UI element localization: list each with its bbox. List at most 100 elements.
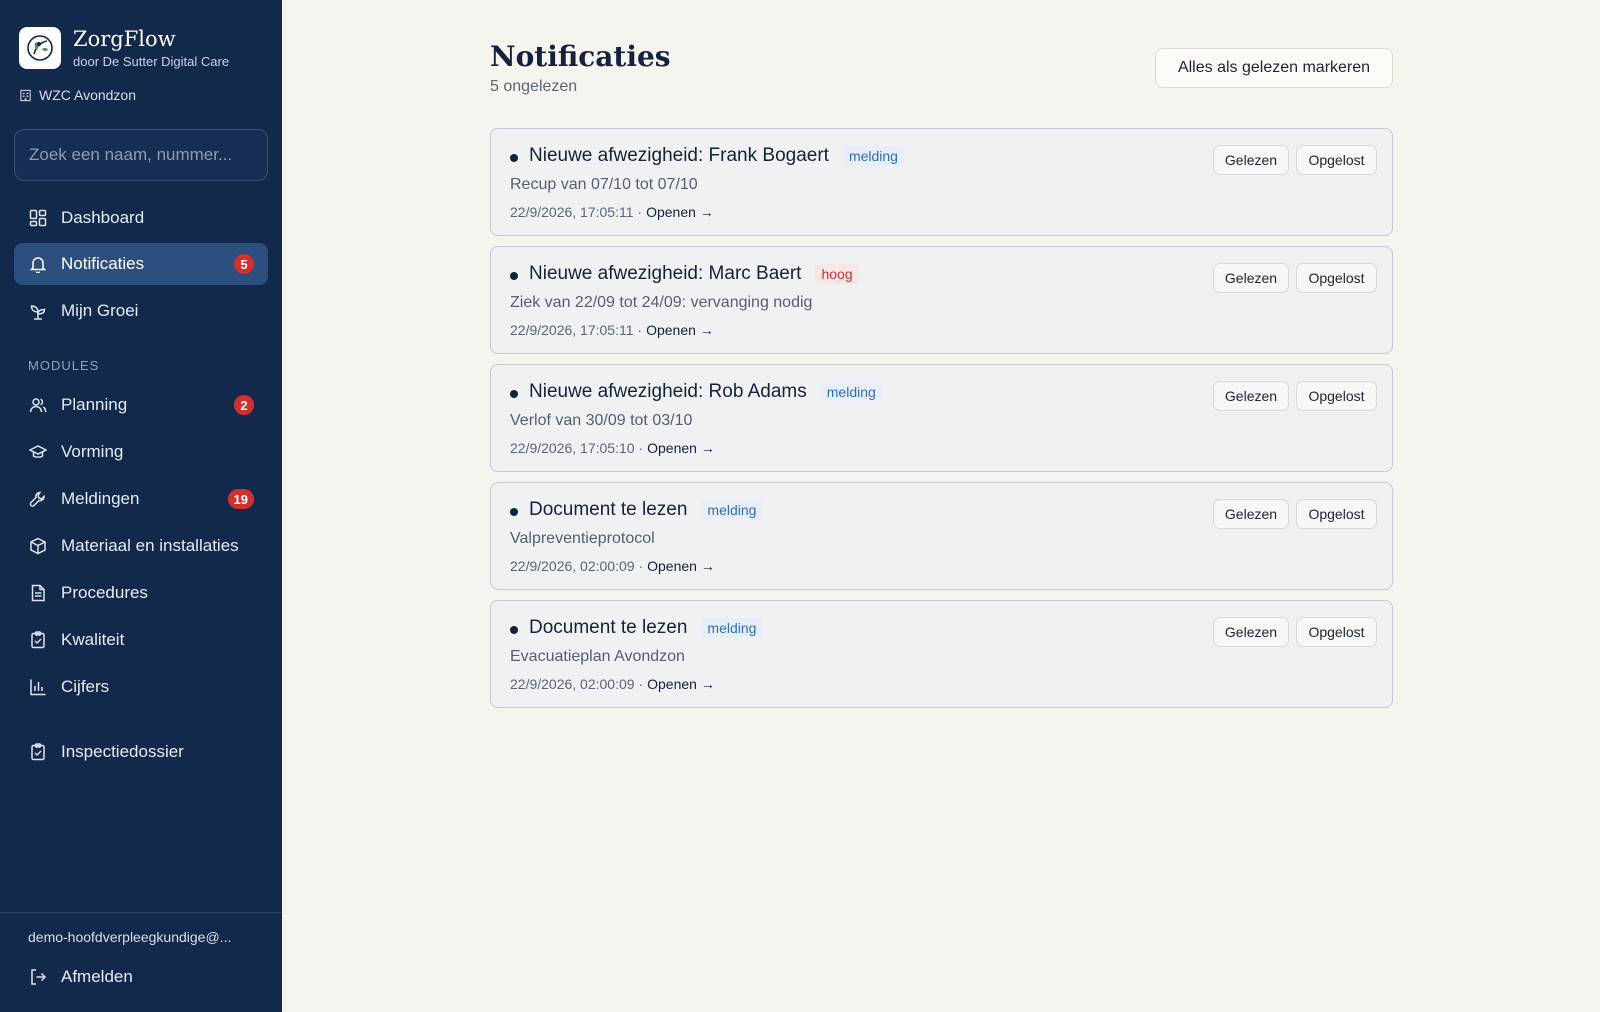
nav-label: Kwaliteit: [61, 630, 125, 649]
sprout-icon: [28, 301, 48, 321]
priority-tag: melding: [842, 146, 904, 166]
notification-card[interactable]: Document te lezen melding Evacuatieplan Av…: [490, 600, 1393, 708]
notification-card[interactable]: Nieuwe afwezigheid: Rob Adams melding Verl…: [490, 364, 1393, 472]
wrench-icon: [28, 489, 48, 509]
modules-section-label: MODULES: [28, 358, 100, 373]
user-email: demo-hoofdverpleegkundige@...: [28, 929, 232, 945]
bell-icon: [28, 254, 48, 274]
notification-description: Verlof van 30/09 tot 03/10: [510, 412, 693, 429]
unread-count: 5 ongelezen: [490, 78, 578, 95]
card-title-row: Nieuwe afwezigheid: Frank Bogaert melding: [529, 145, 904, 167]
open-link[interactable]: Openen →: [647, 676, 715, 692]
sidebar: ZorgFlow door De Sutter Digital Care WZC…: [0, 0, 282, 1012]
mark-all-read-button[interactable]: Alles als gelezen markeren: [1155, 48, 1393, 88]
page-title: Notificaties: [490, 40, 671, 73]
notification-meta: 22/9/2026, 02:00:09 · Openen →: [510, 558, 715, 574]
notification-card[interactable]: Nieuwe afwezigheid: Frank Bogaert melding…: [490, 128, 1393, 236]
open-link[interactable]: Openen →: [646, 322, 714, 338]
nav-label: Planning: [61, 395, 128, 414]
mark-read-button[interactable]: Gelezen: [1213, 617, 1289, 647]
notification-description: Recup van 07/10 tot 07/10: [510, 176, 698, 193]
sidebar-divider: [0, 912, 282, 913]
notification-timestamp: 22/9/2026, 17:05:10 ·: [510, 440, 644, 456]
unread-dot-icon: [510, 154, 518, 162]
organization-name: WZC Avondzon: [39, 87, 137, 103]
notification-timestamp: 22/9/2026, 17:05:11 ·: [510, 204, 643, 220]
nav-item-procedures[interactable]: Procedures: [14, 572, 268, 614]
organization: WZC Avondzon: [19, 87, 136, 103]
notification-title: Nieuwe afwezigheid: Rob Adams: [529, 381, 807, 402]
unread-dot-icon: [510, 390, 518, 398]
clipboard-check-icon: [28, 630, 48, 650]
app-subtitle: door De Sutter Digital Care: [73, 54, 230, 69]
mark-read-button[interactable]: Gelezen: [1213, 145, 1289, 175]
card-title-row: Nieuwe afwezigheid: Marc Baert hoog: [529, 263, 859, 285]
nav-label: Vorming: [61, 442, 124, 461]
nav-item-dashboard[interactable]: Dashboard: [14, 197, 268, 239]
mark-solved-button[interactable]: Opgelost: [1296, 617, 1377, 647]
nav-item-meldingen[interactable]: Meldingen 19: [14, 478, 268, 520]
meldingen-count-badge: 19: [227, 489, 254, 509]
nav-item-notificaties[interactable]: Notificaties 5: [14, 243, 268, 285]
users-icon: [28, 395, 48, 415]
nav-item-vorming[interactable]: Vorming: [14, 431, 268, 473]
nav-item-kwaliteit[interactable]: Kwaliteit: [14, 619, 268, 661]
open-link[interactable]: Openen →: [647, 558, 715, 574]
notification-card[interactable]: Document te lezen melding Valpreventieprot…: [490, 482, 1393, 590]
building-icon: [20, 89, 31, 101]
notification-timestamp: 22/9/2026, 17:05:11 ·: [510, 322, 643, 338]
app-logo-icon: [19, 27, 61, 69]
mark-read-button[interactable]: Gelezen: [1213, 381, 1289, 411]
priority-tag: hoog: [815, 264, 859, 284]
priority-tag: melding: [701, 500, 763, 520]
document-icon: [28, 583, 48, 603]
card-title-row: Document te lezen melding: [529, 499, 763, 521]
nav-label: Cijfers: [61, 677, 110, 696]
mark-read-button[interactable]: Gelezen: [1213, 263, 1289, 293]
notification-description: Valpreventieprotocol: [510, 530, 655, 547]
nav-label: Materiaal en installaties: [61, 536, 239, 555]
logout-label: Afmelden: [61, 967, 133, 986]
mark-solved-button[interactable]: Opgelost: [1296, 263, 1377, 293]
notification-title: Nieuwe afwezigheid: Marc Baert: [529, 263, 802, 284]
notification-title: Document te lezen: [529, 617, 688, 638]
mark-read-button[interactable]: Gelezen: [1213, 499, 1289, 529]
mark-solved-button[interactable]: Opgelost: [1296, 499, 1377, 529]
open-link[interactable]: Openen →: [647, 440, 715, 456]
notification-timestamp: 22/9/2026, 02:00:09 ·: [510, 558, 644, 574]
nav-label: Procedures: [61, 583, 148, 602]
open-link[interactable]: Openen →: [646, 204, 714, 220]
nav-item-mijn-groei[interactable]: Mijn Groei: [14, 290, 268, 332]
priority-tag: melding: [701, 618, 763, 638]
unread-dot-icon: [510, 508, 518, 516]
nav-label: Mijn Groei: [61, 301, 139, 320]
card-title-row: Document te lezen melding: [529, 617, 763, 639]
search-input[interactable]: [14, 129, 268, 181]
unread-dot-icon: [510, 626, 518, 634]
box-icon: [28, 536, 48, 556]
notification-meta: 22/9/2026, 02:00:09 · Openen →: [510, 676, 715, 692]
nav-item-inspectiedossier[interactable]: Inspectiedossier: [14, 731, 268, 773]
grid-icon: [28, 208, 48, 228]
notification-description: Ziek van 22/09 tot 24/09: vervanging nod…: [510, 294, 813, 311]
nav-item-materiaal[interactable]: Materiaal en installaties: [14, 525, 268, 567]
notification-card[interactable]: Nieuwe afwezigheid: Marc Baert hoog Ziek v…: [490, 246, 1393, 354]
mark-solved-button[interactable]: Opgelost: [1296, 145, 1377, 175]
priority-tag: melding: [820, 382, 882, 402]
brand[interactable]: ZorgFlow door De Sutter Digital Care: [19, 27, 229, 69]
logout-icon: [28, 967, 48, 987]
notification-meta: 22/9/2026, 17:05:11 · Openen →: [510, 204, 714, 220]
clipboard-check-icon: [28, 742, 48, 762]
nav-item-cijfers[interactable]: Cijfers: [14, 666, 268, 708]
card-title-row: Nieuwe afwezigheid: Rob Adams melding: [529, 381, 882, 403]
notification-count-badge: 5: [234, 254, 254, 274]
notification-meta: 22/9/2026, 17:05:11 · Openen →: [510, 322, 714, 338]
graduation-cap-icon: [28, 442, 48, 462]
bar-chart-icon: [28, 677, 48, 697]
mark-solved-button[interactable]: Opgelost: [1296, 381, 1377, 411]
notification-title: Document te lezen: [529, 499, 688, 520]
nav-item-planning[interactable]: Planning 2: [14, 384, 268, 426]
logout-button[interactable]: Afmelden: [14, 956, 268, 998]
nav-label: Notificaties: [61, 254, 145, 273]
nav-label: Meldingen: [61, 489, 140, 508]
